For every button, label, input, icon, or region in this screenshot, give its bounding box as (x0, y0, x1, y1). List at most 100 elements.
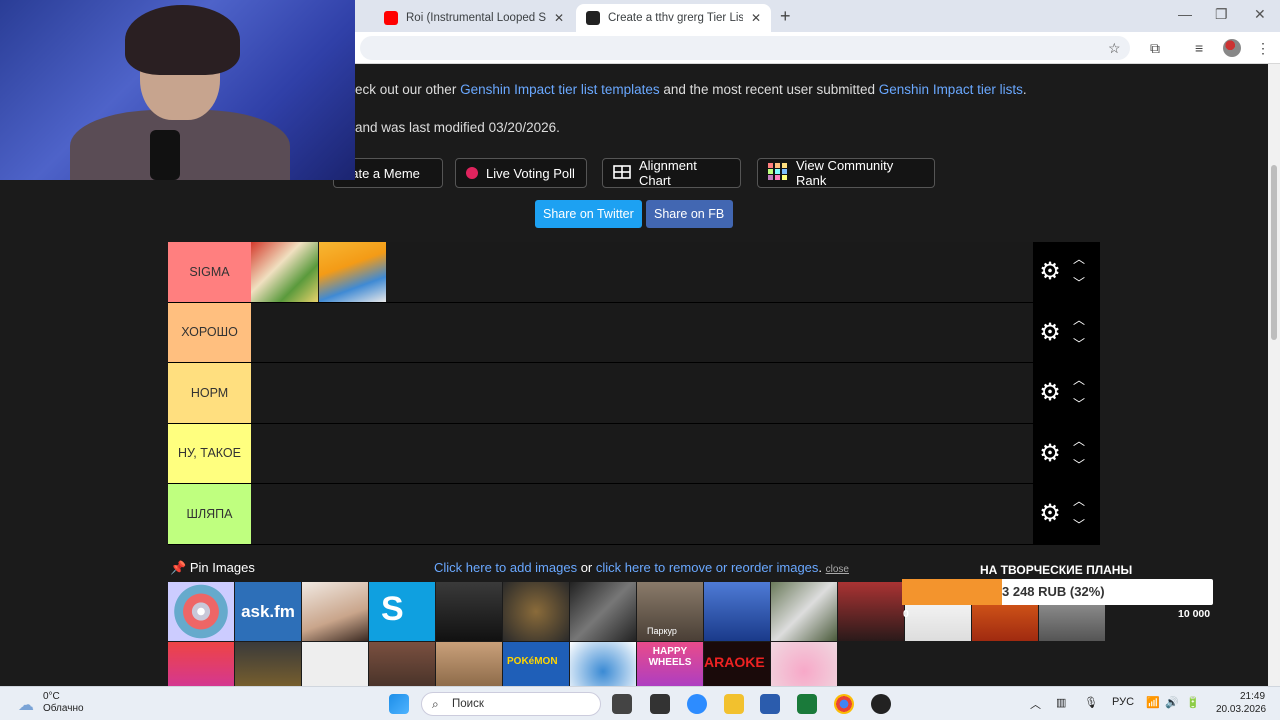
language-indicator[interactable]: РУС (1112, 696, 1134, 708)
screen: Roi (Instrumental Looped Slowe ✕ Create … (0, 0, 1280, 720)
chevron-up-icon[interactable]: ︿ (1073, 250, 1085, 267)
donation-progress-fill (902, 579, 1002, 605)
wifi-icon[interactable]: 📶 (1146, 696, 1160, 709)
chevron-up-icon[interactable]: ︿ (1073, 311, 1085, 328)
chevron-down-icon[interactable]: ﹀ (1073, 456, 1085, 473)
media-icon[interactable]: ≡ (1195, 40, 1203, 56)
gear-icon[interactable]: ⚙ (1038, 260, 1062, 284)
profile-icon[interactable] (1223, 39, 1241, 57)
image-thumb[interactable] (771, 582, 837, 641)
gear-icon[interactable]: ⚙ (1038, 441, 1062, 466)
menu-icon[interactable]: ⋮ (1256, 40, 1270, 57)
close-tab-icon[interactable]: ✕ (751, 11, 761, 25)
tier-row[interactable]: НУ, ТАКОЕ ⚙ ︿ ﹀ (168, 423, 1100, 484)
genshin-tierlists-link[interactable]: Genshin Impact tier lists (879, 82, 1023, 97)
youtube-icon (384, 11, 398, 25)
image-thumb[interactable] (168, 582, 234, 641)
share-twitter-button[interactable]: Share on Twitter (535, 200, 642, 228)
chevron-down-icon[interactable]: ﹀ (1073, 335, 1085, 352)
chevron-up-icon[interactable]: ︿ (1073, 492, 1085, 509)
pin-icon: 📌 (170, 560, 187, 575)
volume-icon[interactable]: 🔊 (1165, 696, 1179, 709)
intro-prefix: eck out our other (355, 82, 461, 97)
chevron-up-icon[interactable]: ︿ (1030, 696, 1041, 712)
extensions-icon[interactable]: ⧉ (1150, 40, 1160, 57)
new-tab-button[interactable]: + (780, 6, 791, 27)
alignment-chart-button[interactable]: Alignment Chart (602, 158, 741, 188)
app-tray-icon[interactable]: ▥ (1056, 696, 1066, 709)
tab-youtube[interactable]: Roi (Instrumental Looped Slowe ✕ (374, 4, 574, 32)
file-explorer-icon[interactable] (724, 694, 744, 714)
tier-label[interactable]: ШЛЯПА (168, 484, 251, 544)
tier-label[interactable]: ХОРОШО (168, 302, 251, 362)
star-icon[interactable]: ☆ (1108, 40, 1121, 57)
scrollbar-thumb[interactable] (1271, 165, 1277, 340)
alignment-label: Alignment Chart (639, 158, 697, 188)
image-thumb[interactable] (570, 582, 636, 641)
intro-text: eck out our other Genshin Impact tier li… (355, 82, 1027, 97)
obs-icon[interactable] (871, 694, 891, 714)
chrome-icon[interactable] (834, 694, 854, 714)
chevron-down-icon[interactable]: ﹀ (1073, 395, 1085, 412)
tier-row[interactable]: НОРМ ⚙ ︿ ﹀ (168, 363, 1100, 424)
close-link[interactable]: close (826, 564, 849, 575)
tier-label[interactable]: НУ, ТАКОЕ (168, 423, 251, 483)
microphone-icon[interactable]: 🎙 (1084, 696, 1098, 709)
thumb-caption: ARAOKE (704, 654, 765, 670)
gear-icon[interactable]: ⚙ (1038, 381, 1062, 405)
view-community-rank-button[interactable]: View Community Rank (757, 158, 935, 188)
tier-item-kiosk[interactable] (319, 242, 386, 302)
reorder-images-link[interactable]: click here to remove or reorder images (596, 560, 819, 575)
tier-row[interactable]: SIGMA ⚙ ︿ ﹀ (168, 242, 1100, 303)
battery-icon[interactable]: 🔋 (1186, 696, 1200, 709)
app-icon[interactable] (797, 694, 817, 714)
tier-label[interactable]: НОРМ (168, 363, 251, 423)
minimize-button[interactable]: — (1178, 6, 1192, 22)
tier-row[interactable]: ШЛЯПА ⚙ ︿ ﹀ (168, 484, 1100, 545)
pin-images-toggle[interactable]: 📌 Pin Images (170, 560, 255, 576)
image-thumb[interactable] (302, 582, 368, 641)
tier-row[interactable]: ХОРОШО ⚙ ︿ ﹀ (168, 302, 1100, 363)
search-placeholder: Поиск (452, 698, 484, 710)
image-thumb[interactable] (704, 582, 770, 641)
clock-date[interactable]: 20.03.2026 (1216, 704, 1266, 715)
restore-button[interactable]: ❐ (1215, 6, 1228, 23)
chevron-down-icon[interactable]: ﹀ (1073, 274, 1085, 291)
close-window-button[interactable]: ✕ (1254, 6, 1266, 23)
scrollbar[interactable] (1268, 64, 1280, 686)
live-voting-poll-button[interactable]: Live Voting Poll (455, 158, 587, 188)
image-thumb[interactable]: S (369, 582, 435, 641)
task-view-icon[interactable] (612, 694, 632, 714)
genshin-templates-link[interactable]: Genshin Impact tier list templates (460, 82, 660, 97)
gear-icon[interactable]: ⚙ (1038, 502, 1062, 526)
chevron-up-icon[interactable]: ︿ (1073, 371, 1085, 388)
gear-icon[interactable]: ⚙ (1038, 320, 1062, 345)
webcam-overlay (0, 0, 355, 180)
image-thumb[interactable]: ask.fm (235, 582, 301, 641)
chevron-down-icon[interactable]: ﹀ (1073, 516, 1085, 533)
image-thumb[interactable] (838, 582, 904, 641)
zoom-icon[interactable] (687, 694, 707, 714)
poll-icon (466, 167, 478, 179)
windows-start-icon[interactable] (389, 694, 409, 714)
grid-icon (613, 164, 631, 182)
app-icon[interactable] (650, 694, 670, 714)
temperature[interactable]: 0°C (43, 691, 60, 702)
tier-label[interactable]: SIGMA (168, 242, 251, 302)
clock-time[interactable]: 21:49 (1240, 691, 1265, 702)
thumb-caption: Паркур (647, 626, 677, 636)
tier-item-chips[interactable] (251, 242, 318, 302)
taskbar-search-input[interactable]: ⌕ Поиск (421, 692, 601, 716)
image-thumb[interactable]: Паркур (637, 582, 703, 641)
tab-tierlist[interactable]: Create a tthv grerg Tier List - Ti ✕ (576, 4, 771, 32)
url-input[interactable] (360, 36, 1130, 60)
share-facebook-button[interactable]: Share on FB (646, 200, 733, 228)
word-icon[interactable] (760, 694, 780, 714)
add-images-link[interactable]: Click here to add images (434, 560, 577, 575)
image-thumb[interactable] (436, 582, 502, 641)
image-thumb[interactable] (503, 582, 569, 641)
weather-text[interactable]: Облачно (43, 703, 84, 714)
chevron-up-icon[interactable]: ︿ (1073, 432, 1085, 449)
cloud-icon[interactable]: ☁ (18, 695, 34, 715)
close-tab-icon[interactable]: ✕ (554, 11, 564, 25)
